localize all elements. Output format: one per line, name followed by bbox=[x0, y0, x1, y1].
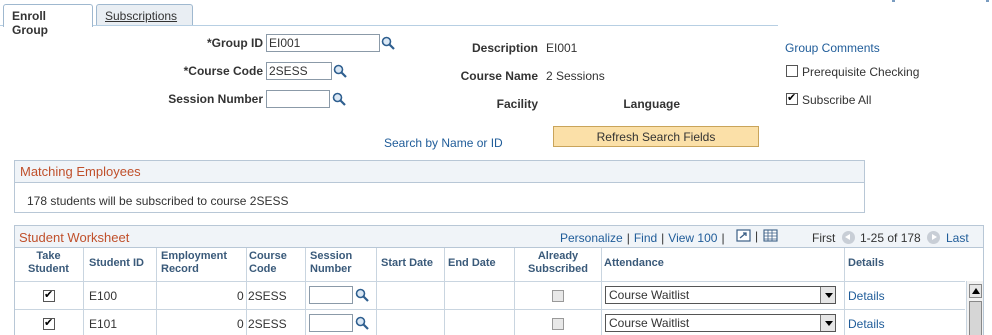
col-course-code[interactable]: Course Code bbox=[249, 250, 299, 280]
session-number-label: Session Number bbox=[168, 92, 263, 106]
student-worksheet-header: Student Worksheet Personalize | Find | View … bbox=[15, 226, 983, 248]
previous-page-icon[interactable] bbox=[842, 231, 855, 244]
col-session-number[interactable]: Session Number bbox=[310, 250, 365, 280]
course-name-label: Course Name bbox=[460, 69, 538, 83]
matching-employees-message: 178 students will be subscribed to cours… bbox=[27, 194, 289, 208]
attendance-select[interactable]: Course Waitlist bbox=[605, 314, 836, 332]
student-id-cell: E100 bbox=[89, 289, 118, 303]
language-label: Language bbox=[623, 97, 680, 111]
employment-record-cell: 0 bbox=[237, 317, 244, 331]
session-number-input[interactable] bbox=[309, 314, 353, 332]
attendance-selected-value: Course Waitlist bbox=[609, 288, 690, 302]
corner-mark bbox=[892, 0, 895, 2]
tabs-underline bbox=[0, 25, 778, 26]
prerequisite-checking-checkbox[interactable] bbox=[786, 65, 798, 77]
col-employment-record[interactable]: Employment Record bbox=[161, 250, 241, 280]
refresh-search-fields-button[interactable]: Refresh Search Fields bbox=[553, 126, 759, 147]
subscribe-all-label: Subscribe All bbox=[802, 93, 872, 107]
vertical-scrollbar[interactable] bbox=[966, 281, 983, 335]
facility-label: Facility bbox=[496, 97, 538, 111]
details-link[interactable]: Details bbox=[848, 317, 885, 331]
personalize-link[interactable]: Personalize bbox=[560, 231, 623, 245]
already-subscribed-checkbox bbox=[552, 318, 564, 330]
session-lookup-icon[interactable] bbox=[355, 316, 369, 330]
matching-employees-panel: Matching Employees 178 students will be … bbox=[14, 160, 865, 213]
first-label[interactable]: First bbox=[812, 231, 835, 245]
student-worksheet-title: Student Worksheet bbox=[19, 230, 130, 245]
course-code-input[interactable] bbox=[266, 62, 332, 80]
session-number-lookup-icon[interactable] bbox=[332, 92, 346, 106]
scroll-up-icon[interactable] bbox=[969, 284, 982, 298]
table-row: E101 0 2SESS Course Waitlist Details bbox=[15, 309, 965, 335]
description-value: EI001 bbox=[546, 41, 578, 55]
attendance-selected-value: Course Waitlist bbox=[609, 316, 690, 330]
already-subscribed-checkbox bbox=[552, 290, 564, 302]
last-link[interactable]: Last bbox=[946, 231, 969, 245]
page-range: 1-25 of 178 bbox=[860, 231, 921, 245]
session-number-input[interactable] bbox=[266, 90, 330, 108]
take-student-checkbox[interactable] bbox=[43, 288, 55, 302]
take-student-checkbox[interactable] bbox=[43, 316, 55, 330]
session-lookup-icon[interactable] bbox=[355, 288, 369, 302]
search-by-name-link[interactable]: Search by Name or ID bbox=[384, 136, 503, 150]
grid-toolbar: Personalize | Find | View 100 | bbox=[560, 231, 729, 245]
chevron-down-icon[interactable] bbox=[820, 315, 835, 331]
course-code-lookup-icon[interactable] bbox=[333, 64, 347, 78]
student-worksheet-grid: Student Worksheet Personalize | Find | View … bbox=[14, 225, 984, 335]
toolbar-separator: | bbox=[626, 231, 630, 245]
subscribe-all-checkbox[interactable] bbox=[786, 91, 798, 105]
course-code-cell: 2SESS bbox=[248, 317, 287, 331]
download-spreadsheet-icon[interactable] bbox=[763, 229, 778, 242]
course-code-label: *Course Code bbox=[183, 64, 263, 78]
toolbar-separator: | bbox=[721, 231, 725, 245]
group-id-lookup-icon[interactable] bbox=[381, 36, 395, 50]
student-id-cell: E101 bbox=[89, 317, 118, 331]
table-row: E100 0 2SESS Course Waitlist Details bbox=[15, 281, 965, 309]
group-id-label: *Group ID bbox=[207, 36, 263, 50]
attendance-select[interactable]: Course Waitlist bbox=[605, 286, 836, 304]
view-100-link[interactable]: View 100 bbox=[668, 231, 717, 245]
session-number-input[interactable] bbox=[309, 286, 353, 304]
zoom-grid-icon[interactable] bbox=[736, 229, 751, 242]
group-id-input[interactable] bbox=[266, 34, 380, 52]
matching-employees-title: Matching Employees bbox=[15, 161, 864, 183]
tab-enroll-group[interactable]: Enroll Group bbox=[3, 4, 93, 37]
group-comments-link[interactable]: Group Comments bbox=[785, 41, 880, 55]
toolbar-separator: | bbox=[755, 229, 759, 243]
next-page-icon[interactable] bbox=[927, 231, 940, 244]
tab-subscriptions[interactable]: Subscriptions bbox=[96, 4, 193, 26]
employment-record-cell: 0 bbox=[237, 289, 244, 303]
col-take-student[interactable]: Take Student bbox=[21, 250, 76, 280]
corner-mark bbox=[986, 0, 989, 2]
scroll-thumb[interactable] bbox=[969, 301, 982, 335]
course-code-cell: 2SESS bbox=[248, 289, 287, 303]
chevron-down-icon[interactable] bbox=[820, 287, 835, 303]
description-label: Description bbox=[471, 41, 538, 55]
find-link[interactable]: Find bbox=[634, 231, 657, 245]
details-link[interactable]: Details bbox=[848, 289, 885, 303]
prerequisite-checking-label: Prerequisite Checking bbox=[802, 65, 920, 79]
course-name-value: 2 Sessions bbox=[546, 69, 605, 83]
toolbar-separator: | bbox=[661, 231, 665, 245]
col-already-subscribed[interactable]: Already Subscribed bbox=[523, 250, 593, 280]
